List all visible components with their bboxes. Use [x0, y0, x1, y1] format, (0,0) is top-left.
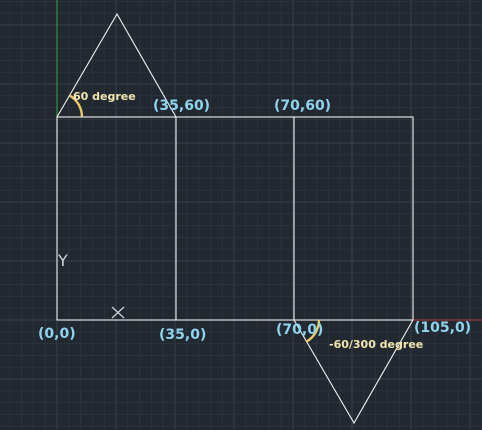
cad-drawing-area[interactable]: Y 60 degree -60/300 degree (35,60) (70,6… — [0, 0, 482, 430]
point-label-35-0: (35,0) — [159, 327, 206, 343]
background-grid — [0, 0, 482, 430]
point-label-70-0: (70,0) — [276, 322, 323, 338]
point-label-70-60: (70,60) — [274, 98, 331, 114]
angle-label-60: 60 degree — [73, 90, 136, 103]
angle-label-minus60: -60/300 degree — [329, 338, 423, 351]
point-label-origin: (0,0) — [38, 326, 76, 342]
point-label-105-0: (105,0) — [414, 320, 471, 336]
drawing-svg: Y 60 degree -60/300 degree (35,60) (70,6… — [0, 0, 482, 430]
point-label-35-60: (35,60) — [153, 98, 210, 114]
outer-rectangle — [56, 116, 414, 321]
ucs-y-label: Y — [57, 251, 68, 270]
